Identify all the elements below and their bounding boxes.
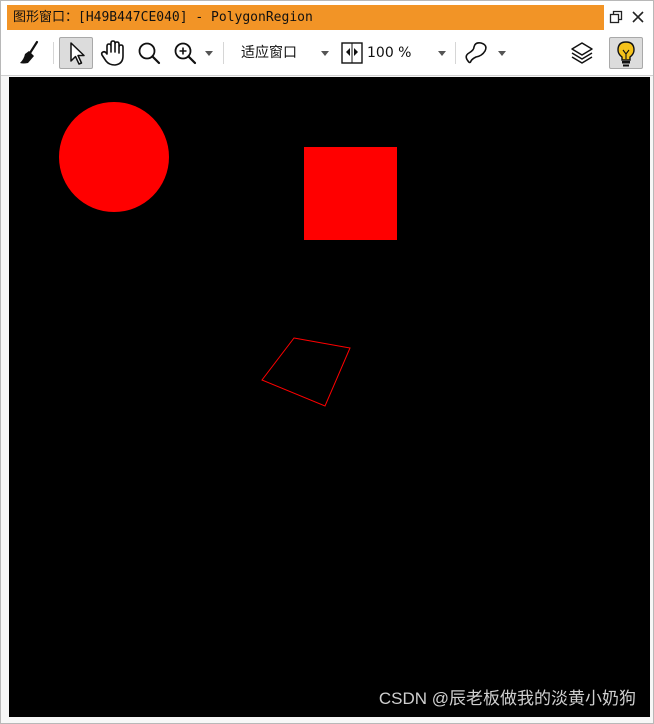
window-title: 图形窗口：[H49B447CE040] - PolygonRegion: [13, 10, 313, 25]
select-button[interactable]: [59, 37, 93, 69]
pointer-icon: [70, 42, 85, 65]
toolbar: 适应窗口 100 %: [1, 31, 653, 76]
close-icon[interactable]: [629, 8, 647, 26]
pan-button[interactable]: [97, 37, 129, 69]
broom-icon: [20, 40, 39, 64]
toolbar-separator: [53, 42, 54, 64]
magnifier-icon: [138, 42, 161, 65]
graphics-window: 图形窗口：[H49B447CE040] - PolygonRegion 适应窗口…: [0, 0, 654, 724]
zoom-level-dropdown[interactable]: 100 %: [339, 37, 449, 69]
draw-region-icon: [465, 42, 487, 64]
chevron-down-icon: [438, 51, 446, 56]
chevron-down-icon: [498, 51, 506, 56]
draw-region-dropdown[interactable]: [461, 37, 511, 69]
lightbulb-icon: [617, 41, 635, 67]
title-bar: 图形窗口：[H49B447CE040] - PolygonRegion: [1, 1, 653, 31]
fit-window-icon: [341, 42, 363, 64]
zoom-level-value: 100 %: [367, 45, 412, 61]
polygon-region: [261, 337, 351, 407]
chevron-down-icon: [321, 51, 329, 56]
square-region: [304, 147, 397, 240]
toolbar-separator: [223, 42, 224, 64]
highlight-button[interactable]: [609, 37, 643, 69]
watermark: CSDN @辰老板做我的淡黄小奶狗: [378, 689, 636, 708]
graphics-canvas[interactable]: CSDN @辰老板做我的淡黄小奶狗: [9, 77, 650, 717]
layers-button[interactable]: [565, 37, 599, 69]
zoom-in-dropdown[interactable]: [169, 37, 219, 69]
circle-region: [59, 102, 169, 212]
chevron-down-icon: [205, 51, 213, 56]
hand-icon: [100, 40, 124, 66]
zoom-button[interactable]: [133, 37, 165, 69]
restore-icon[interactable]: [607, 8, 625, 26]
clear-button[interactable]: [15, 37, 47, 69]
region-drawing: [59, 102, 397, 407]
fit-window-label: 适应窗口: [241, 45, 297, 61]
layers-icon: [571, 42, 593, 64]
zoom-in-icon: [174, 42, 197, 65]
toolbar-separator: [455, 42, 456, 64]
fit-window-dropdown[interactable]: 适应窗口: [233, 37, 333, 69]
